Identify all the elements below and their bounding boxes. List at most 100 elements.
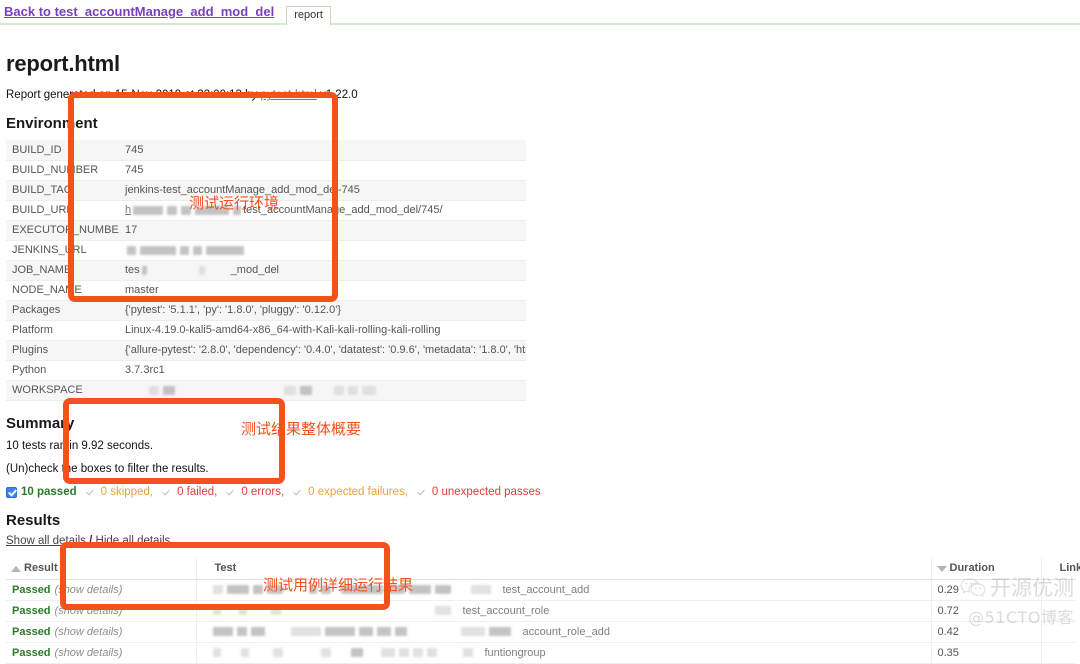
environment-row: EXECUTOR_NUMBER17	[6, 220, 526, 240]
links-cell	[1041, 642, 1076, 663]
redaction-blob	[359, 627, 373, 636]
redaction-blob	[284, 386, 296, 395]
column-header-test-label: Test	[215, 562, 237, 574]
table-row[interactable]: Passed(show details)account_role_add0.42	[6, 621, 1076, 642]
generated-date: 15-Nov-2019	[115, 89, 181, 101]
table-row[interactable]: Passed(show details)funtiongroup0.35	[6, 642, 1076, 663]
generated-at-word: at	[184, 89, 194, 101]
environment-value-text: _mod_del	[231, 264, 279, 276]
redaction-blob	[387, 585, 405, 594]
environment-value: master	[119, 280, 526, 300]
environment-key: Plugins	[6, 340, 119, 360]
redaction-blob	[133, 206, 163, 215]
redaction-blob	[167, 206, 177, 215]
links-cell	[1041, 600, 1076, 621]
show-details-link[interactable]: (show details)	[55, 605, 123, 617]
column-header-result-label: Result	[24, 562, 58, 574]
filter-label: 0 unexpected passes	[432, 486, 541, 498]
show-details-link[interactable]: (show details)	[55, 626, 123, 638]
test-name-cell: test_account_add	[196, 579, 931, 600]
checkbox-checked-icon[interactable]	[6, 487, 17, 498]
duration-cell: 0.29	[931, 579, 1041, 600]
details-toggle-links: Show all details / Hide all details	[6, 535, 1070, 547]
checkbox-unchecked-icon[interactable]	[86, 487, 97, 498]
redaction-blob	[461, 627, 485, 636]
show-all-details-link[interactable]: Show all details	[6, 535, 86, 547]
environment-key: Packages	[6, 300, 119, 320]
table-row[interactable]: Passed(show details)test_account_add0.29	[6, 579, 1076, 600]
environment-heading: Environment	[6, 115, 1070, 132]
environment-key: Python	[6, 360, 119, 380]
environment-key: WORKSPACE	[6, 380, 119, 400]
table-row[interactable]: Passed(show details)test_account_role0.7…	[6, 600, 1076, 621]
redaction-blob	[233, 206, 241, 215]
environment-value	[119, 240, 526, 260]
redaction-blob	[325, 627, 355, 636]
status-badge: Passed	[12, 626, 51, 638]
environment-key: BUILD_ID	[6, 140, 119, 160]
checkbox-unchecked-icon[interactable]	[293, 487, 304, 498]
filter-item[interactable]: 10 passed	[6, 486, 77, 498]
page-title: report.html	[6, 51, 1070, 77]
result-status-cell: Passed (show details)	[6, 621, 196, 642]
redaction-blob	[377, 627, 391, 636]
redaction-blob	[199, 266, 205, 275]
redaction-blob	[321, 648, 331, 657]
redaction-blob	[227, 585, 249, 594]
environment-value: tes_mod_del	[119, 260, 526, 280]
environment-value: 3.7.3rc1	[119, 360, 526, 380]
checkbox-unchecked-icon[interactable]	[226, 487, 237, 498]
environment-value: {'allure-pytest': '2.8.0', 'dependency':…	[119, 340, 526, 360]
status-badge: Passed	[12, 605, 51, 617]
links-cell	[1041, 579, 1076, 600]
result-status-cell: Passed(show details)	[6, 642, 196, 663]
build-url-link[interactable]: h	[125, 204, 131, 216]
redaction-blob	[341, 585, 383, 594]
redaction-blob	[181, 206, 191, 215]
redaction-blob	[149, 386, 159, 395]
tab-strip: report	[286, 3, 331, 22]
filter-hint-line: (Un)check the boxes to filter the result…	[6, 463, 1070, 475]
summary-heading: Summary	[6, 415, 1070, 432]
filter-item[interactable]: 0 unexpected passes	[417, 486, 541, 498]
environment-value-text: test_accountManage_add_mod_del/745/	[243, 204, 442, 216]
environment-row: BUILD_TAGjenkins-test_accountManage_add_…	[6, 180, 526, 200]
filter-item[interactable]: 0 expected failures,	[293, 486, 408, 498]
redaction-blob	[463, 648, 473, 657]
environment-row: BUILD_URLhtest_accountManage_add_mod_del…	[6, 200, 526, 220]
environment-row: BUILD_NUMBER745	[6, 160, 526, 180]
redaction-blob	[180, 246, 189, 255]
redaction-blob	[348, 386, 358, 395]
column-header-duration[interactable]: Duration	[931, 557, 1041, 580]
column-header-test[interactable]: Test	[196, 557, 931, 580]
column-header-links: Links	[1041, 557, 1076, 580]
filter-label: 10 passed	[21, 486, 77, 498]
redaction-blob	[409, 585, 431, 594]
duration-cell: 0.72	[931, 600, 1041, 621]
generator-link[interactable]: pytest-html	[261, 89, 317, 101]
checkbox-unchecked-icon[interactable]	[417, 487, 428, 498]
redaction-blob	[195, 206, 229, 215]
environment-row: NODE_NAMEmaster	[6, 280, 526, 300]
tests-ran-line: 10 tests ran in 9.92 seconds.	[6, 440, 1070, 452]
duration-cell: 0.35	[931, 642, 1041, 663]
show-details-link[interactable]: (show details)	[55, 584, 123, 596]
filter-item[interactable]: 0 failed,	[162, 486, 217, 498]
filter-item[interactable]: 0 skipped,	[86, 486, 153, 498]
links-cell	[1041, 621, 1076, 642]
environment-value: 745	[119, 140, 526, 160]
column-header-result[interactable]: Result	[6, 557, 196, 580]
filter-item[interactable]: 0 errors,	[226, 486, 284, 498]
hide-all-details-link[interactable]: Hide all details	[96, 535, 171, 547]
environment-key: JENKINS_URL	[6, 240, 119, 260]
redaction-blob	[239, 606, 247, 615]
show-details-link[interactable]: (show details)	[55, 647, 123, 659]
redaction-blob	[253, 585, 263, 594]
redaction-blob	[471, 585, 491, 594]
back-to-job-link[interactable]: Back to test_accountManage_add_mod_del	[4, 3, 274, 20]
filter-label: 0 errors,	[241, 486, 284, 498]
tab-report[interactable]: report	[286, 6, 331, 25]
results-heading: Results	[6, 512, 1070, 529]
report-content: report.html Report generated on 15-Nov-2…	[0, 25, 1080, 664]
checkbox-unchecked-icon[interactable]	[162, 487, 173, 498]
